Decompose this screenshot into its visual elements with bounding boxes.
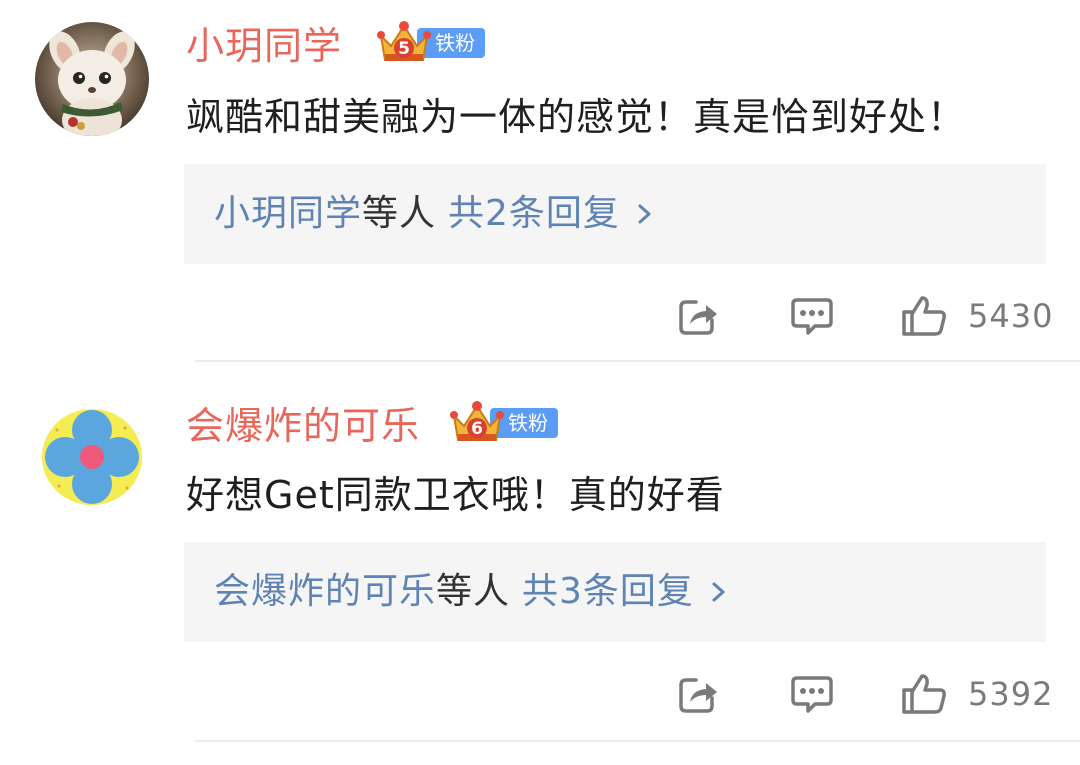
avatar[interactable] <box>35 400 149 514</box>
avatar[interactable] <box>35 22 149 136</box>
like-button[interactable]: 5430 <box>900 288 1053 344</box>
comment-text: 飒酷和甜美融为一体的感觉！真是恰到好处！ <box>186 95 967 139</box>
thumbs-up-icon <box>902 296 946 336</box>
username[interactable]: 小玥同学 <box>186 22 342 70</box>
view-replies-button[interactable]: 会爆炸的可乐 等人 共3条回复 <box>184 542 1046 642</box>
comment-button[interactable] <box>789 288 835 344</box>
share-button[interactable] <box>676 288 720 344</box>
badge-level: 6 <box>471 419 483 439</box>
thumbs-up-icon <box>902 674 946 714</box>
like-button[interactable]: 5392 <box>900 666 1053 722</box>
badge-level: 5 <box>398 39 410 59</box>
crown-icon: 5 <box>377 21 431 61</box>
divider <box>195 360 1080 362</box>
comment-icon <box>791 676 833 713</box>
reply-count: 共2条回复 <box>448 193 620 234</box>
chevron-right-icon <box>712 582 725 602</box>
reply-others-label: 等人 <box>362 193 437 234</box>
comment-item: 会爆炸的可乐 6 铁粉 好想Get同款卫衣哦！真的好看 会爆炸的可乐 等人 共3… <box>0 378 1080 743</box>
reply-count: 共3条回复 <box>522 571 694 612</box>
chevron-right-icon <box>638 204 651 224</box>
username[interactable]: 会爆炸的可乐 <box>186 402 420 450</box>
share-icon <box>679 678 717 713</box>
view-replies-button[interactable]: 小玥同学 等人 共2条回复 <box>184 164 1046 264</box>
fan-badge[interactable]: 6 铁粉 <box>450 400 558 444</box>
blue-flower-avatar-icon <box>35 400 149 514</box>
like-count: 5430 <box>968 297 1054 335</box>
fluffy-animal-avatar-icon <box>35 22 149 136</box>
reply-others-label: 等人 <box>436 571 511 612</box>
comment-text: 好想Get同款卫衣哦！真的好看 <box>186 473 725 517</box>
comment-icon <box>791 298 833 335</box>
comment-button[interactable] <box>789 666 835 722</box>
reply-user-name[interactable]: 会爆炸的可乐 <box>214 570 436 614</box>
reply-user-name[interactable]: 小玥同学 <box>214 192 362 236</box>
crown-icon: 6 <box>450 401 504 441</box>
action-bar: 5430 <box>0 288 1080 344</box>
share-button[interactable] <box>676 666 720 722</box>
comment-item: 小玥同学 5 铁粉 飒酷和甜美融为一体的感觉！真是恰到好处！ 小玥同学 等人 共… <box>0 0 1080 362</box>
share-icon <box>679 300 717 335</box>
action-bar: 5392 <box>0 666 1080 722</box>
divider <box>195 740 1080 742</box>
fan-badge[interactable]: 5 铁粉 <box>377 20 485 64</box>
like-count: 5392 <box>968 675 1054 713</box>
